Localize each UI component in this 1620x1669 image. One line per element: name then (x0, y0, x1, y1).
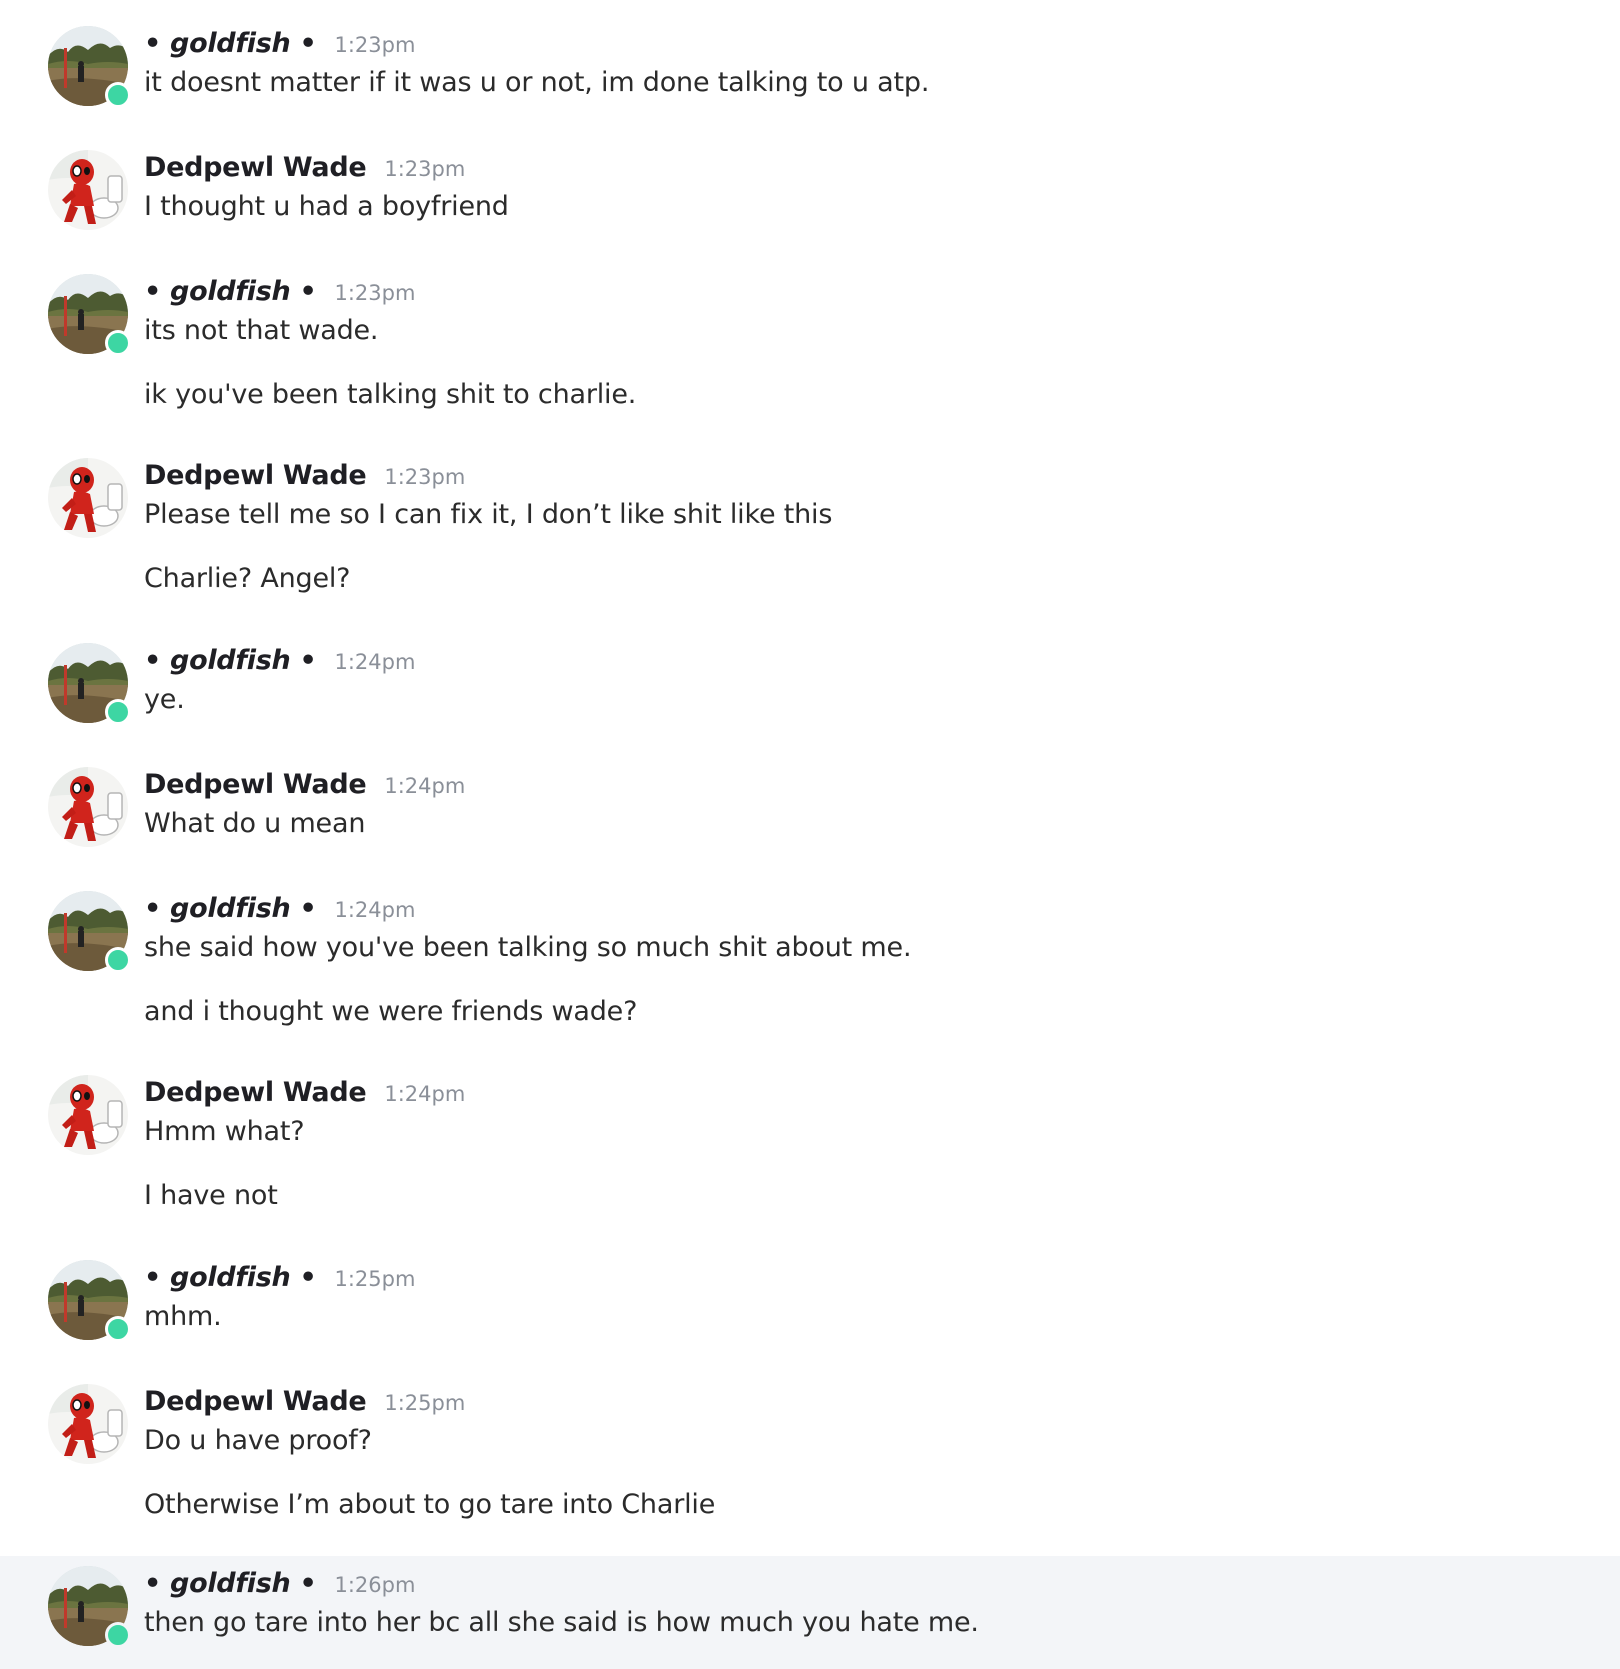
red-cartoon-avatar[interactable] (48, 1075, 128, 1155)
author-name[interactable]: • goldfish • (144, 893, 317, 924)
message-header: • goldfish • 1:26pm (144, 1568, 415, 1599)
author-name[interactable]: Dedpewl Wade (144, 1077, 367, 1108)
author-name[interactable]: Dedpewl Wade (144, 1386, 367, 1417)
timestamp: 1:23pm (334, 33, 416, 57)
red-cartoon-avatar[interactable] (48, 767, 128, 847)
message-group: • goldfish • 1:23pm it doesnt matter if … (0, 0, 1620, 125)
online-status-icon (105, 330, 131, 356)
message-text: I have not (144, 1180, 278, 1211)
message-text: mhm. (144, 1301, 222, 1332)
message-text: and i thought we were friends wade? (144, 996, 638, 1027)
message-text: Charlie? Angel? (144, 563, 351, 594)
message-group: Dedpewl Wade 1:23pm Please tell me so I … (0, 433, 1620, 618)
timestamp: 1:23pm (384, 157, 466, 181)
timestamp: 1:25pm (334, 1267, 416, 1291)
timestamp: 1:23pm (334, 281, 416, 305)
message-group: Dedpewl Wade 1:24pm What do u mean (0, 742, 1620, 866)
message-header: • goldfish • 1:23pm (144, 28, 415, 59)
message-text: What do u mean (144, 808, 366, 839)
message-text: Please tell me so I can fix it, I don’t … (144, 499, 833, 530)
author-name[interactable]: Dedpewl Wade (144, 460, 367, 491)
message-text: ik you've been talking shit to charlie. (144, 379, 637, 410)
message-header: Dedpewl Wade 1:24pm (144, 1077, 465, 1108)
timestamp: 1:24pm (384, 774, 466, 798)
message-header: Dedpewl Wade 1:23pm (144, 152, 465, 183)
online-status-icon (105, 1622, 131, 1648)
online-status-icon (105, 1316, 131, 1342)
online-status-icon (105, 82, 131, 108)
message-text: Otherwise I’m about to go tare into Char… (144, 1489, 716, 1520)
message-text: then go tare into her bc all she said is… (144, 1607, 979, 1638)
message-text: it doesnt matter if it was u or not, im … (144, 67, 930, 98)
timestamp: 1:23pm (384, 465, 466, 489)
message-text: ye. (144, 684, 185, 715)
timestamp: 1:25pm (384, 1391, 466, 1415)
author-name[interactable]: • goldfish • (144, 645, 317, 676)
author-name[interactable]: Dedpewl Wade (144, 769, 367, 800)
message-group: • goldfish • 1:24pm she said how you've … (0, 866, 1620, 1050)
message-header: • goldfish • 1:25pm (144, 1262, 415, 1293)
message-text: I thought u had a boyfriend (144, 191, 509, 222)
message-header: Dedpewl Wade 1:25pm (144, 1386, 465, 1417)
message-header: • goldfish • 1:23pm (144, 276, 415, 307)
timestamp: 1:24pm (334, 898, 416, 922)
timestamp: 1:24pm (384, 1082, 466, 1106)
message-group: Dedpewl Wade 1:25pm Do u have proof? Oth… (0, 1359, 1620, 1556)
message-header: Dedpewl Wade 1:24pm (144, 769, 465, 800)
author-name[interactable]: Dedpewl Wade (144, 152, 367, 183)
red-cartoon-avatar[interactable] (48, 458, 128, 538)
timestamp: 1:26pm (334, 1573, 416, 1597)
message-group: • goldfish • 1:23pm its not that wade. i… (0, 249, 1620, 433)
message-header: • goldfish • 1:24pm (144, 893, 415, 924)
online-status-icon (105, 947, 131, 973)
message-group: • goldfish • 1:24pm ye. (0, 618, 1620, 742)
message-text: Do u have proof? (144, 1425, 372, 1456)
message-header: • goldfish • 1:24pm (144, 645, 415, 676)
message-group: Dedpewl Wade 1:23pm I thought u had a bo… (0, 125, 1620, 249)
timestamp: 1:24pm (334, 650, 416, 674)
red-cartoon-avatar[interactable] (48, 150, 128, 230)
message-text: its not that wade. (144, 315, 379, 346)
red-cartoon-avatar[interactable] (48, 1384, 128, 1464)
message-text: Hmm what? (144, 1116, 305, 1147)
message-header: Dedpewl Wade 1:23pm (144, 460, 465, 491)
message-group: Dedpewl Wade 1:24pm Hmm what? I have not (0, 1050, 1620, 1235)
online-status-icon (105, 699, 131, 725)
message-group-hovered: • goldfish • 1:26pm then go tare into he… (0, 1556, 1620, 1669)
message-text: she said how you've been talking so much… (144, 932, 912, 963)
author-name[interactable]: • goldfish • (144, 28, 317, 59)
author-name[interactable]: • goldfish • (144, 1262, 317, 1293)
author-name[interactable]: • goldfish • (144, 276, 317, 307)
author-name[interactable]: • goldfish • (144, 1568, 317, 1599)
message-group: • goldfish • 1:25pm mhm. (0, 1235, 1620, 1359)
